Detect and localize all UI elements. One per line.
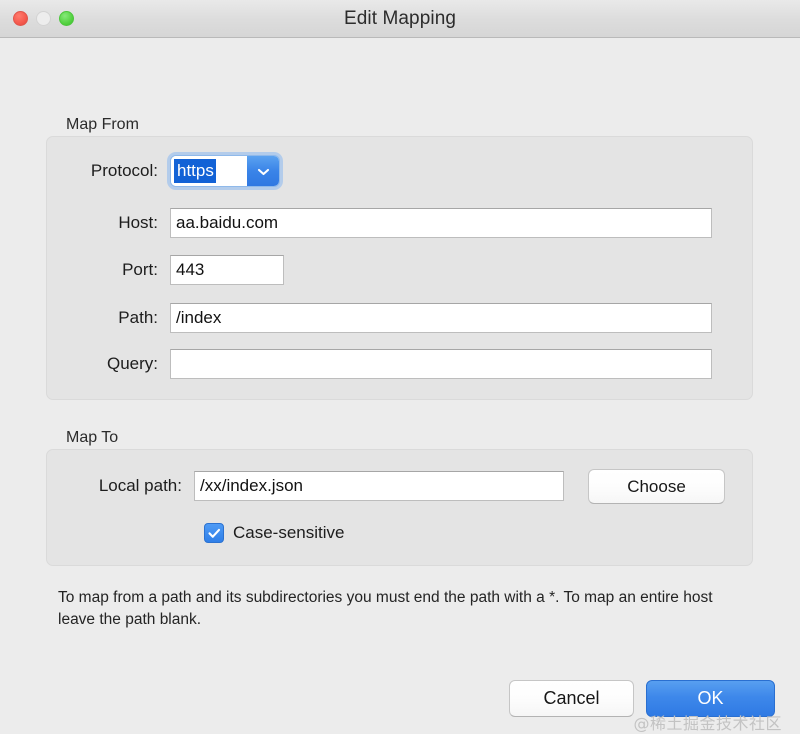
port-input[interactable] bbox=[170, 255, 284, 285]
protocol-dropdown-button[interactable] bbox=[247, 156, 279, 186]
path-label: Path: bbox=[118, 308, 158, 327]
map-from-group-label: Map From bbox=[66, 116, 139, 133]
query-input[interactable] bbox=[170, 349, 712, 379]
map-to-group-label: Map To bbox=[66, 429, 119, 446]
map-to-groupbox bbox=[46, 449, 753, 566]
protocol-label: Protocol: bbox=[90, 161, 158, 180]
choose-button[interactable]: Choose bbox=[588, 469, 725, 504]
path-input[interactable] bbox=[170, 303, 712, 333]
case-sensitive-checkbox[interactable] bbox=[204, 523, 224, 543]
cancel-button[interactable]: Cancel bbox=[509, 680, 634, 717]
protocol-value: https bbox=[174, 159, 216, 183]
path-row: Path: bbox=[52, 303, 712, 333]
checkmark-icon bbox=[207, 528, 220, 538]
chevron-down-icon bbox=[257, 168, 269, 175]
case-sensitive-row[interactable]: Case-sensitive bbox=[204, 523, 345, 543]
window-title: Edit Mapping bbox=[343, 8, 457, 29]
title-bar: Edit Mapping bbox=[0, 0, 800, 38]
help-text: To map from a path and its subdirectorie… bbox=[58, 589, 713, 628]
query-row: Query: bbox=[52, 349, 712, 379]
port-label: Port: bbox=[122, 260, 158, 279]
port-row: Port: bbox=[52, 255, 284, 285]
local-path-input[interactable] bbox=[194, 471, 564, 501]
query-label: Query: bbox=[106, 354, 158, 373]
dialog-content: Map From Protocol: https Host: Port: Pat… bbox=[0, 38, 800, 733]
host-input[interactable] bbox=[170, 208, 712, 238]
host-label: Host: bbox=[118, 213, 158, 232]
protocol-row: Protocol: https bbox=[52, 155, 280, 187]
local-path-row: Local path: bbox=[52, 471, 564, 501]
protocol-input[interactable]: https bbox=[171, 156, 247, 186]
host-row: Host: bbox=[52, 208, 712, 238]
case-sensitive-label: Case-sensitive bbox=[233, 523, 345, 542]
protocol-combobox[interactable]: https bbox=[170, 155, 280, 187]
local-path-label: Local path: bbox=[98, 476, 182, 495]
watermark: @稀土掘金技术社区 bbox=[633, 714, 782, 733]
